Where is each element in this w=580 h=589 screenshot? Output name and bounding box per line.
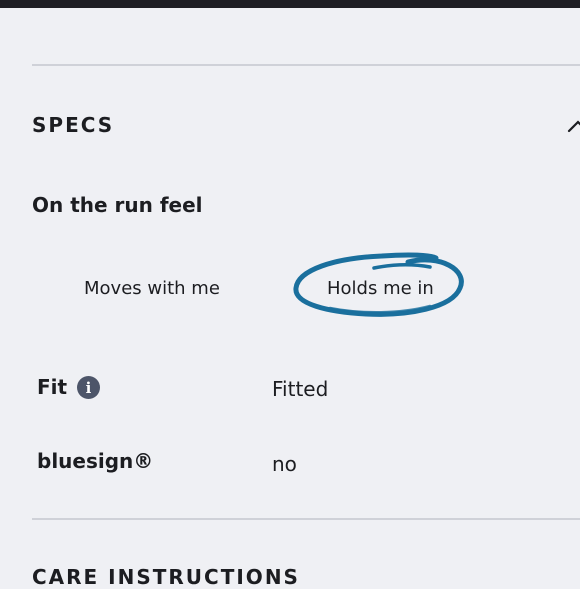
bluesign-label: bluesign® (37, 449, 154, 473)
feel-option-moves-with-me: Moves with me (84, 278, 220, 299)
top-bar (0, 0, 580, 8)
divider-top (32, 64, 580, 66)
fit-label: Fit (37, 375, 68, 399)
fit-value: Fitted (272, 377, 329, 401)
info-icon[interactable]: i (77, 376, 100, 399)
chevron-up-icon[interactable] (566, 114, 580, 138)
run-feel-heading: On the run feel (32, 193, 203, 217)
specs-section-title[interactable]: SPECS (32, 113, 114, 137)
divider-bottom (32, 518, 580, 520)
care-instructions-section-title[interactable]: CARE INSTRUCTIONS (32, 565, 300, 589)
bluesign-value: no (272, 452, 297, 476)
feel-option-holds-me-in: Holds me in (327, 278, 434, 299)
info-icon-glyph: i (85, 378, 92, 397)
